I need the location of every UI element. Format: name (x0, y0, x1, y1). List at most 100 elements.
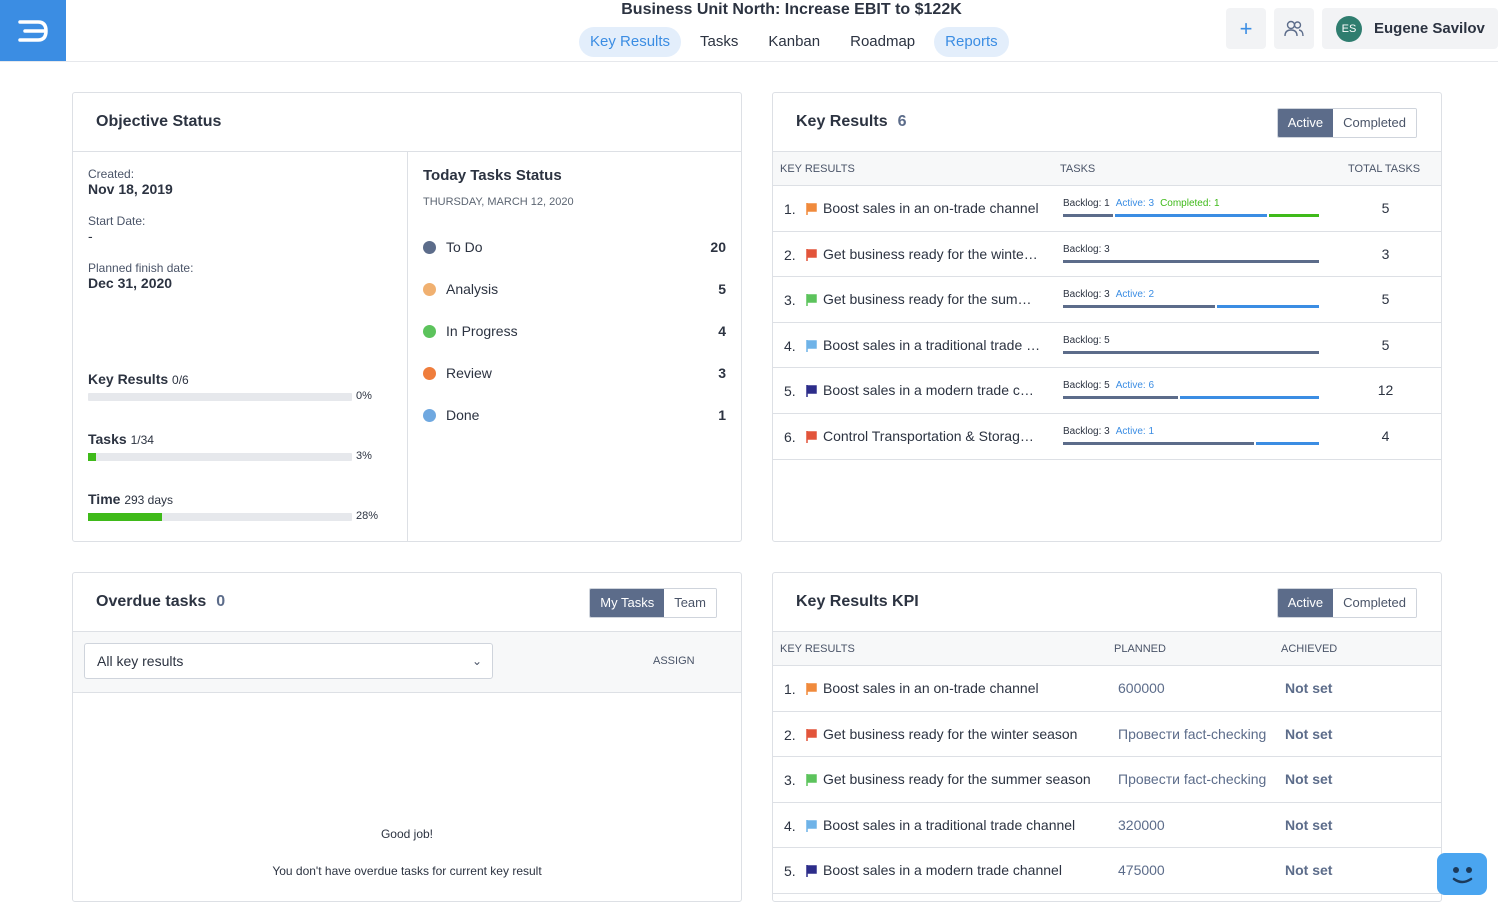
total-tasks: 5 (1381, 200, 1390, 216)
row-index: 1. (784, 201, 796, 217)
key-result-name[interactable]: Control Transportation & Storage costs (823, 428, 1041, 444)
user-menu[interactable]: ES Eugene Savilov (1322, 8, 1498, 49)
status-dot (423, 282, 436, 296)
table-row[interactable]: 2. Get business ready for the winter seas… (773, 712, 1441, 758)
flag-icon (806, 430, 817, 443)
tab-key-results[interactable]: Key Results (579, 27, 682, 57)
objective-status-panel: Objective Status Created: Nov 18, 2019 S… (72, 92, 742, 542)
add-button[interactable]: + (1226, 8, 1266, 49)
key-result-name[interactable]: Boost sales in an on-trade channel (823, 680, 1101, 696)
planned-value: Провести fact-checking (1118, 771, 1267, 788)
toggle-active[interactable]: Active (1277, 589, 1334, 617)
team-button[interactable] (1274, 8, 1314, 49)
kpi-table: 1. Boost sales in an on-trade channel 6000… (773, 666, 1441, 894)
key-result-name[interactable]: Boost sales in an on-trade channel (823, 200, 1041, 216)
total-tasks: 4 (1381, 427, 1390, 444)
user-name: Eugene Savilov (1374, 20, 1485, 37)
toggle-team[interactable]: Team (664, 589, 716, 617)
flag-icon (806, 865, 817, 878)
status-count: 5 (718, 281, 726, 297)
key-result-name[interactable]: Boost sales in a traditional trade chann… (823, 337, 1041, 353)
flag-icon (806, 203, 817, 215)
progress-sub: 1/34 (130, 433, 154, 447)
status-dot (423, 366, 436, 380)
tasks-bar-segment (1217, 305, 1319, 309)
table-row[interactable]: 3. Get business ready for the summer seas… (773, 277, 1441, 323)
tasks-breakdown: Backlog: 3 Active: 1 (1063, 426, 1319, 445)
progress-fill (88, 453, 96, 461)
progress-percent: 28% (356, 510, 379, 522)
filter-bar: All key results ⌄ ASSIGN (73, 632, 741, 693)
main-nav: Key Results Tasks Kanban Roadmap Reports (579, 27, 1017, 57)
key-result-name[interactable]: Boost sales in a modern trade channel (823, 862, 1101, 878)
row-index: 3. (784, 292, 796, 309)
tab-tasks[interactable]: Tasks (689, 27, 749, 57)
kpi-panel: Key Results KPI Active Completed KEY RES… (772, 572, 1442, 902)
tasks-bar-segment (1063, 214, 1114, 217)
table-row[interactable]: 5. Boost sales in a modern trade channel 4… (773, 848, 1441, 894)
tasks-bar-segment (1063, 259, 1319, 263)
task-count-labels: Backlog: 5 Active: 6 (1063, 380, 1319, 391)
key-result-name[interactable]: Get business ready for the summer season (823, 291, 1041, 307)
status-row: Review 3 (423, 352, 726, 394)
key-result-name[interactable]: Boost sales in a modern trade channel (823, 382, 1041, 398)
tasks-breakdown: Backlog: 5 (1063, 335, 1319, 354)
tasks-bar (1063, 441, 1319, 445)
tasks-breakdown: Backlog: 1 Active: 3 Completed: 1 (1063, 198, 1320, 217)
flag-icon (806, 248, 817, 261)
empty-title: Good job! (380, 827, 434, 841)
table-row[interactable]: 4. Boost sales in a traditional trade cha… (773, 803, 1441, 849)
total-tasks: 3 (1381, 245, 1390, 262)
toggle-my-tasks[interactable]: My Tasks (590, 589, 665, 617)
toggle-completed[interactable]: Completed (1333, 109, 1416, 137)
panel-title: Key Results (796, 113, 888, 130)
status-row: In Progress 4 (423, 310, 726, 352)
tab-reports[interactable]: Reports (934, 27, 1009, 57)
key-result-name[interactable]: Boost sales in a traditional trade chann… (823, 817, 1101, 833)
key-result-select[interactable]: All key results ⌄ (84, 643, 493, 679)
key-results-table: 1. Boost sales in an on-trade channel Back… (773, 186, 1441, 460)
status-list: To Do 20 Analysis 5 In Progress 4 Review 3 Done 1 (423, 226, 726, 436)
table-row[interactable]: 3. Get business ready for the summer seas… (773, 757, 1441, 803)
status-dot (423, 240, 436, 254)
tab-kanban[interactable]: Kanban (757, 27, 831, 57)
status-row: Done 1 (423, 394, 726, 436)
planned-value: 320000 (1118, 816, 1165, 833)
table-row[interactable]: 2. Get business ready for the winter seas… (773, 232, 1441, 278)
panel-header: Key Results KPI Active Completed (773, 573, 1441, 632)
tasks-progress: Tasks 1/34 3% (88, 431, 378, 462)
created-label: Created: (88, 167, 135, 181)
row-index: 2. (784, 726, 796, 743)
table-row[interactable]: 1. Boost sales in an on-trade channel 6000… (773, 666, 1441, 712)
column-header: ACHIEVED (1281, 643, 1338, 655)
key-result-name[interactable]: Get business ready for the winter season (823, 726, 1101, 742)
chevron-down-icon: ⌄ (471, 654, 482, 668)
chat-widget-button[interactable] (1437, 853, 1487, 895)
toggle-completed[interactable]: Completed (1333, 589, 1416, 617)
row-index: 5. (784, 863, 796, 880)
table-row[interactable]: 6. Control Transportation & Storage costs… (773, 414, 1441, 460)
table-row[interactable]: 1. Boost sales in an on-trade channel Back… (773, 186, 1441, 232)
total-tasks: 5 (1381, 336, 1390, 353)
select-value: All key results (97, 653, 184, 669)
table-header: KEY RESULTS PLANNED ACHIEVED (773, 632, 1441, 666)
table-row[interactable]: 5. Boost sales in a modern trade channel B… (773, 368, 1441, 414)
row-index: 3. (784, 772, 796, 789)
time-progress: Time 293 days 28% (88, 491, 379, 522)
table-row[interactable]: 4. Boost sales in a traditional trade cha… (773, 323, 1441, 369)
panel-title: Objective Status (73, 93, 741, 152)
panel-header: Key Results 6 Active Completed (773, 93, 1441, 152)
key-result-name[interactable]: Get business ready for the winter season (823, 246, 1041, 262)
tasks-bar-segment (1063, 305, 1216, 309)
tab-roadmap[interactable]: Roadmap (839, 27, 926, 57)
status-label: Done (446, 407, 480, 423)
key-result-name[interactable]: Get business ready for the summer season (823, 771, 1101, 787)
status-label: Review (446, 365, 492, 381)
task-count-label: Completed: 1 (1160, 198, 1220, 209)
column-header: TOTAL TASKS (1348, 163, 1421, 175)
status-label: In Progress (446, 323, 518, 339)
progress-sub: 293 days (124, 493, 174, 507)
task-count-label: Backlog: 5 (1063, 334, 1110, 346)
toggle-active[interactable]: Active (1277, 109, 1334, 137)
flag-icon (806, 774, 817, 787)
